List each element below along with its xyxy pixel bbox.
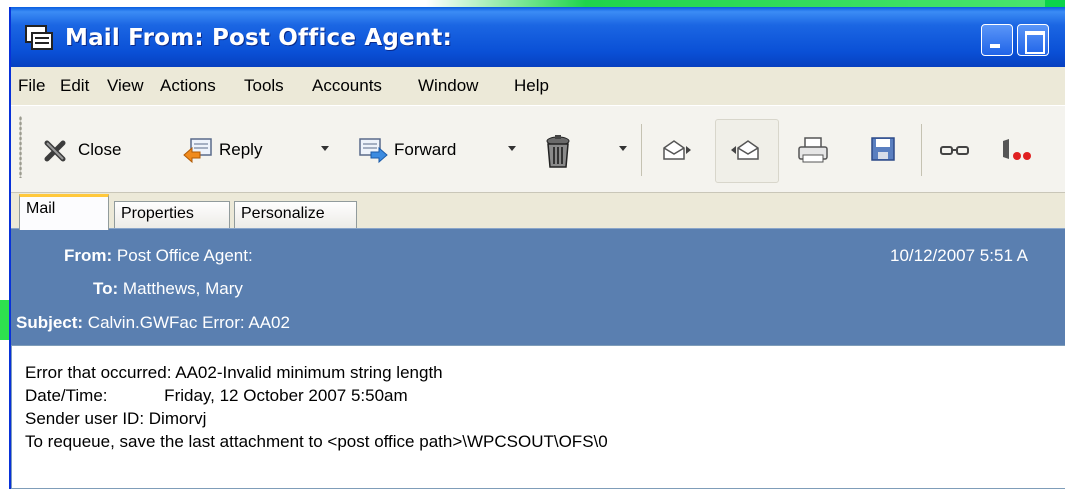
from-value[interactable]: Post Office Agent: [117,246,253,265]
toolbar-separator-2 [921,124,922,176]
mail-app-icon[interactable] [24,24,54,52]
glasses-icon [939,135,969,165]
call-button[interactable] [999,106,1036,194]
tab-personalize[interactable]: Personalize [234,201,357,229]
close-icon [41,135,71,165]
subject-value: Calvin.GWFac Error: AA02 [87,313,290,332]
previous-message-button[interactable] [661,106,698,194]
forward-button[interactable]: Forward [357,106,456,194]
print-icon [797,135,828,165]
to-value[interactable]: Matthews, Mary [123,279,243,298]
from-row: From: Post Office Agent: [64,246,253,266]
save-button[interactable] [869,106,906,194]
phone-icon [999,135,1031,165]
body-line: To requeue, save the last attachment to … [25,432,608,451]
forward-dropdown-icon[interactable] [508,146,516,151]
tab-properties[interactable]: Properties [114,201,230,229]
window-title: Mail From: Post Office Agent: [65,25,453,51]
menu-file[interactable]: File [18,76,45,96]
reply-icon [182,135,212,165]
mail-window: Mail From: Post Office Agent: File Edit … [9,7,1065,489]
menu-edit[interactable]: Edit [60,76,89,96]
toolbar-grip[interactable] [19,116,22,178]
print-button[interactable] [797,106,834,194]
from-label: From: [64,246,113,265]
toolbar: Close Reply Forward [11,105,1065,193]
save-icon [869,135,899,165]
message-body[interactable]: Error that occurred: AA02-Invalid minimu… [11,345,1065,489]
read-button[interactable] [939,106,976,194]
close-label: Close [78,140,122,159]
forward-icon [357,135,388,165]
forward-label: Forward [394,140,457,159]
menu-accounts[interactable]: Accounts [312,76,382,96]
message-header: From: Post Office Agent: 10/12/2007 5:51… [11,228,1065,345]
toolbar-separator [641,124,642,176]
to-row: To: Matthews, Mary [93,279,243,299]
reply-dropdown-icon[interactable] [321,146,329,151]
minimize-button[interactable] [981,24,1013,56]
body-line: Sender user ID: Dimorvj [25,409,207,428]
tab-bar: Mail Properties Personalize [11,193,1065,230]
delete-button[interactable] [543,106,580,194]
close-button[interactable]: Close [41,106,121,194]
menu-view[interactable]: View [107,76,144,96]
reply-label: Reply [219,140,263,159]
menu-help[interactable]: Help [514,76,549,96]
subject-row: Subject: Calvin.GWFac Error: AA02 [16,313,290,333]
body-line: Date/Time: Friday, 12 October 2007 5:50a… [25,386,408,405]
menu-actions[interactable]: Actions [160,76,216,96]
body-line: Error that occurred: AA02-Invalid minimu… [25,363,443,382]
menu-bar: File Edit View Actions Tools Accounts Wi… [11,71,1065,101]
menu-window[interactable]: Window [418,76,478,96]
next-message-button[interactable] [731,106,768,194]
trash-icon [543,135,573,168]
next-message-icon [731,135,761,165]
menu-tools[interactable]: Tools [244,76,284,96]
subject-label: Subject: [16,313,84,332]
title-bar[interactable]: Mail From: Post Office Agent: [11,7,1065,67]
date-value: 10/12/2007 5:51 A [890,246,1029,265]
maximize-button[interactable] [1017,24,1049,56]
delete-dropdown-icon[interactable] [619,146,627,151]
previous-message-icon [661,135,691,165]
to-label: To: [93,279,119,298]
reply-button[interactable]: Reply [182,106,262,194]
tab-mail[interactable]: Mail [19,194,109,230]
